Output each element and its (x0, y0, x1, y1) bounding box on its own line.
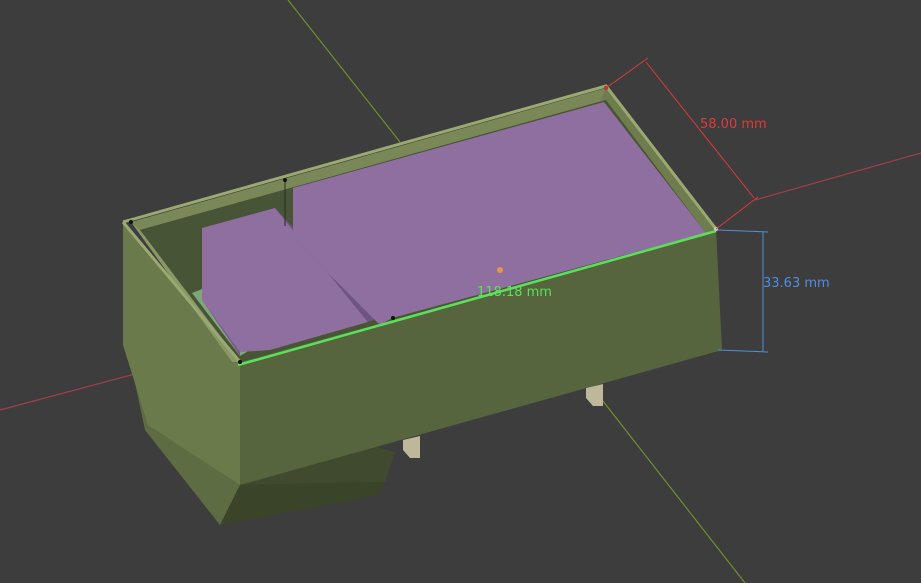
origin-point (497, 267, 503, 273)
container-bottom-front (220, 482, 385, 525)
depth-dim-ext (715, 196, 759, 230)
length-dimension-label: 118.18 mm (477, 285, 552, 300)
vertex (391, 316, 395, 320)
vertex (283, 178, 287, 182)
height-dim-ext (717, 349, 769, 353)
depth-dimension-label: 58.00 mm (700, 117, 767, 132)
x-axis-line-right (754, 152, 921, 201)
vertex (238, 360, 242, 364)
y-axis-line (287, 0, 401, 143)
3d-viewport[interactable]: 58.00 mm 33.63 mm 118.18 mm (0, 0, 921, 583)
vertex (129, 220, 133, 224)
height-dimension-label: 33.63 mm (763, 276, 830, 291)
depth-dim-ext (605, 57, 649, 89)
height-dim-ext (717, 229, 769, 233)
support-foot-center (403, 436, 420, 458)
